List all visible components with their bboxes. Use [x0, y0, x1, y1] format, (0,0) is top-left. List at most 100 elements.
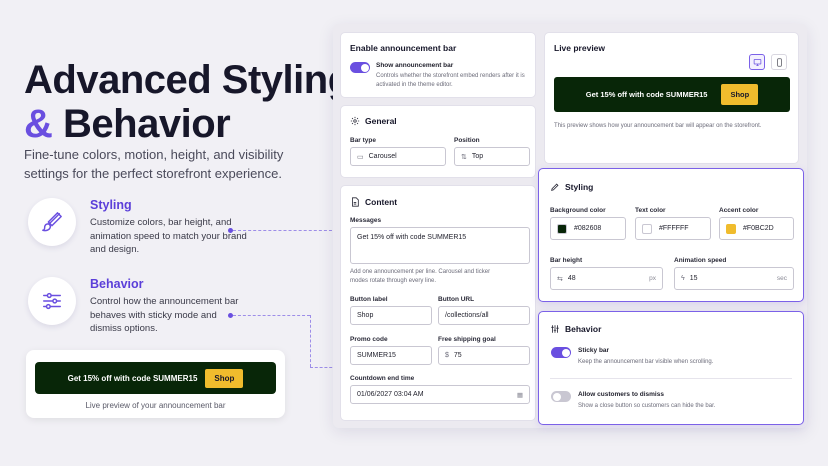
sliders-icon [28, 277, 76, 325]
animation-speed-value: 15 [689, 275, 698, 282]
mini-bar-message: Get 15% off with code SUMMER15 [67, 373, 198, 383]
hero-subtitle: Fine-tune colors, motion, height, and vi… [24, 147, 284, 181]
countdown-input[interactable]: 01/06/2027 03:04 AM ▦ [350, 385, 530, 404]
animation-speed-unit: sec [776, 275, 787, 282]
preview-bar-message: Get 15% off with code SUMMER15 [585, 90, 708, 99]
dismiss-toggle[interactable] [551, 391, 571, 402]
mobile-icon [776, 57, 782, 67]
enable-card: Enable announcement bar Show announcemen… [340, 32, 536, 98]
promo-code-input[interactable]: SUMMER15 [350, 346, 432, 365]
feature-behavior: Behavior Control how the announcement ba… [28, 277, 250, 336]
button-label-input[interactable]: Shop [350, 306, 432, 325]
behavior-card-title: Behavior [550, 324, 601, 334]
position-label: Position [454, 137, 480, 144]
bar-height-unit: px [649, 275, 656, 282]
styling-card-title: Styling [550, 182, 593, 192]
feature-behavior-title: Behavior [90, 277, 144, 291]
paintbrush-icon [28, 198, 76, 246]
animation-speed-label: Animation speed [674, 257, 727, 264]
desktop-icon [753, 58, 761, 66]
show-bar-label: Show announcement bar [376, 62, 454, 69]
position-value: Top [471, 153, 484, 160]
live-preview-help: This preview shows how your announcement… [554, 123, 762, 129]
accent-color-input[interactable]: #F0BC2D [719, 217, 794, 240]
bg-color-input[interactable]: #082608 [550, 217, 626, 240]
general-title-text: General [365, 116, 397, 126]
bg-color-swatch[interactable] [557, 223, 567, 234]
live-preview-title: Live preview [554, 43, 606, 53]
dismiss-label: Allow customers to dismiss [578, 391, 664, 398]
sliders-small-icon [550, 324, 560, 334]
countdown-value: 01/06/2027 03:04 AM [357, 391, 424, 398]
bar-type-select[interactable]: ▭ Carousel [350, 147, 446, 166]
sticky-bar-help: Keep the announcement bar visible when s… [578, 359, 714, 365]
sticky-bar-label: Sticky bar [578, 347, 610, 354]
sticky-bar-toggle[interactable] [551, 347, 571, 358]
mobile-view-button[interactable] [771, 54, 787, 70]
feature-styling-description: Customize colors, bar height, and animat… [90, 217, 247, 255]
button-url-value: /collections/all [445, 312, 489, 319]
feature-styling-title: Styling [90, 198, 132, 212]
general-card: General Bar type ▭ Carousel Position ⇅ T… [340, 105, 536, 178]
show-bar-toggle[interactable] [350, 62, 370, 73]
hero-title-line1: Advanced Styling [24, 58, 352, 102]
promo-code-label: Promo code [350, 336, 388, 343]
preview-shop-button[interactable]: Shop [721, 84, 759, 105]
text-color-input[interactable]: #FFFFFF [635, 217, 711, 240]
messages-label: Messages [350, 217, 382, 224]
content-title-text: Content [365, 197, 398, 207]
styling-card: Styling Background color #082608 Text co… [538, 168, 804, 302]
gear-icon [350, 116, 360, 126]
accent-color-label: Accent color [719, 207, 759, 214]
text-color-label: Text color [635, 207, 666, 214]
bar-height-value: 48 [567, 275, 576, 282]
button-label-label: Button label [350, 296, 388, 303]
desktop-view-button[interactable] [749, 54, 765, 70]
bar-height-input[interactable]: ⇆ 48 px [550, 267, 663, 290]
bg-color-value: #082608 [574, 225, 602, 232]
messages-textarea[interactable]: Get 15% off with code SUMMER15 [350, 227, 530, 264]
bar-type-value: Carousel [368, 153, 397, 160]
mini-preview-card: Get 15% off with code SUMMER15 Shop Live… [26, 350, 285, 418]
general-card-title: General [350, 116, 397, 126]
animation-speed-input[interactable]: ϟ 15 sec [674, 267, 794, 290]
accent-color-value: #F0BC2D [743, 225, 774, 232]
bg-color-label: Background color [550, 207, 606, 214]
connector-styling [233, 230, 337, 231]
hero-title-line2: Behavior [63, 102, 231, 146]
bar-height-label: Bar height [550, 257, 583, 264]
show-bar-help: Controls whether the storefront embed re… [376, 73, 525, 88]
accent-color-swatch[interactable] [726, 223, 736, 234]
behavior-divider [550, 378, 792, 379]
behavior-title-text: Behavior [565, 324, 602, 334]
feature-behavior-description: Control how the announcement bar behaves… [90, 296, 239, 334]
messages-help: Add one announcement per line. Carousel … [350, 269, 491, 284]
calendar-picker-icon[interactable]: ▦ [517, 391, 523, 399]
mini-shop-button[interactable]: Shop [205, 368, 244, 388]
countdown-label: Countdown end time [350, 375, 415, 382]
shipping-goal-label: Free shipping goal [438, 336, 496, 343]
text-color-swatch[interactable] [642, 223, 652, 234]
connector-behavior-vertical [310, 315, 311, 367]
text-color-value: #FFFFFF [659, 225, 689, 232]
messages-value: Get 15% off with code SUMMER15 [357, 234, 467, 241]
bar-type-label: Bar type [350, 137, 377, 144]
arrows-icon: ⇅ [461, 153, 467, 161]
content-card: Content Messages Get 15% off with code S… [340, 185, 536, 421]
resize-icon: ⇆ [557, 275, 563, 283]
content-card-title: Content [350, 197, 397, 207]
dismiss-help: Show a close button so customers can hid… [578, 403, 716, 409]
pen-icon [550, 182, 560, 192]
document-icon [350, 197, 360, 207]
enable-card-title: Enable announcement bar [350, 43, 457, 53]
button-label-value: Shop [357, 312, 374, 319]
position-select[interactable]: ⇅ Top [454, 147, 530, 166]
shipping-prefix: $ [445, 352, 449, 359]
mini-announcement-bar: Get 15% off with code SUMMER15 Shop [35, 362, 276, 394]
preview-announcement-bar: Get 15% off with code SUMMER15 Shop [554, 77, 790, 112]
styling-title-text: Styling [565, 182, 594, 192]
shipping-goal-input[interactable]: $ 75 [438, 346, 530, 365]
feature-styling: Styling Customize colors, bar height, an… [28, 198, 250, 257]
button-url-input[interactable]: /collections/all [438, 306, 530, 325]
hero-title: Advanced Styling & Behavior [24, 58, 352, 146]
